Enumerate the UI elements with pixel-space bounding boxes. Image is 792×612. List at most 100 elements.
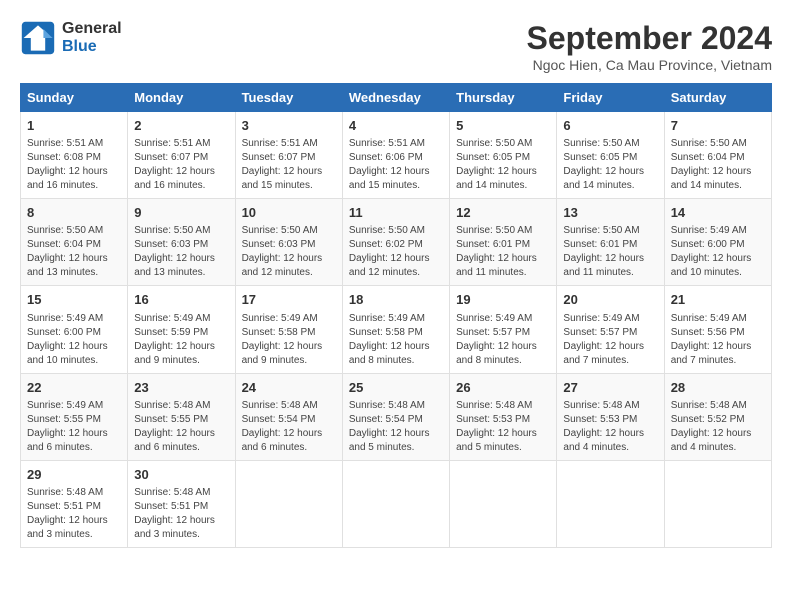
day-info: Sunrise: 5:50 AM Sunset: 6:04 PM Dayligh… — [27, 224, 121, 280]
day-header-monday: Monday — [128, 84, 235, 112]
calendar-cell: 11 Sunrise: 5:50 AM Sunset: 6:02 PM Dayli… — [342, 199, 449, 286]
day-number: 25 — [349, 379, 443, 397]
day-number: 26 — [456, 379, 550, 397]
calendar-cell: 28 Sunrise: 5:48 AM Sunset: 5:52 PM Dayli… — [664, 373, 771, 460]
day-header-thursday: Thursday — [450, 84, 557, 112]
calendar-week-row: 8 Sunrise: 5:50 AM Sunset: 6:04 PM Daylig… — [21, 199, 772, 286]
calendar-cell: 7 Sunrise: 5:50 AM Sunset: 6:04 PM Daylig… — [664, 112, 771, 199]
day-number: 23 — [134, 379, 228, 397]
calendar-cell: 17 Sunrise: 5:49 AM Sunset: 5:58 PM Dayli… — [235, 286, 342, 373]
day-header-friday: Friday — [557, 84, 664, 112]
calendar-cell: 26 Sunrise: 5:48 AM Sunset: 5:53 PM Dayli… — [450, 373, 557, 460]
day-number: 5 — [456, 117, 550, 135]
calendar-cell — [450, 460, 557, 547]
day-number: 27 — [563, 379, 657, 397]
day-number: 1 — [27, 117, 121, 135]
calendar-cell: 25 Sunrise: 5:48 AM Sunset: 5:54 PM Dayli… — [342, 373, 449, 460]
day-number: 19 — [456, 291, 550, 309]
day-info: Sunrise: 5:50 AM Sunset: 6:04 PM Dayligh… — [671, 137, 765, 193]
day-info: Sunrise: 5:50 AM Sunset: 6:05 PM Dayligh… — [456, 137, 550, 193]
day-info: Sunrise: 5:48 AM Sunset: 5:54 PM Dayligh… — [242, 399, 336, 455]
calendar-cell: 23 Sunrise: 5:48 AM Sunset: 5:55 PM Dayli… — [128, 373, 235, 460]
day-number: 8 — [27, 204, 121, 222]
logo-icon — [20, 20, 56, 56]
day-info: Sunrise: 5:51 AM Sunset: 6:06 PM Dayligh… — [349, 137, 443, 193]
logo-text: General Blue — [62, 20, 122, 56]
day-info: Sunrise: 5:49 AM Sunset: 5:59 PM Dayligh… — [134, 312, 228, 368]
day-info: Sunrise: 5:49 AM Sunset: 5:58 PM Dayligh… — [242, 312, 336, 368]
calendar-week-row: 15 Sunrise: 5:49 AM Sunset: 6:00 PM Dayli… — [21, 286, 772, 373]
day-number: 7 — [671, 117, 765, 135]
calendar: SundayMondayTuesdayWednesdayThursdayFrid… — [20, 83, 772, 548]
day-number: 12 — [456, 204, 550, 222]
day-number: 30 — [134, 466, 228, 484]
calendar-cell: 22 Sunrise: 5:49 AM Sunset: 5:55 PM Dayli… — [21, 373, 128, 460]
day-info: Sunrise: 5:48 AM Sunset: 5:52 PM Dayligh… — [671, 399, 765, 455]
day-info: Sunrise: 5:49 AM Sunset: 5:56 PM Dayligh… — [671, 312, 765, 368]
calendar-cell: 30 Sunrise: 5:48 AM Sunset: 5:51 PM Dayli… — [128, 460, 235, 547]
logo: General Blue — [20, 20, 122, 56]
calendar-cell: 8 Sunrise: 5:50 AM Sunset: 6:04 PM Daylig… — [21, 199, 128, 286]
day-info: Sunrise: 5:48 AM Sunset: 5:54 PM Dayligh… — [349, 399, 443, 455]
calendar-week-row: 29 Sunrise: 5:48 AM Sunset: 5:51 PM Dayli… — [21, 460, 772, 547]
day-number: 20 — [563, 291, 657, 309]
day-info: Sunrise: 5:51 AM Sunset: 6:07 PM Dayligh… — [242, 137, 336, 193]
calendar-cell: 13Sunrise: 5:50 AM Sunset: 6:01 PM Dayli… — [557, 199, 664, 286]
day-number: 4 — [349, 117, 443, 135]
calendar-week-row: 22 Sunrise: 5:49 AM Sunset: 5:55 PM Dayli… — [21, 373, 772, 460]
calendar-cell: 1Sunrise: 5:51 AM Sunset: 6:08 PM Daylig… — [21, 112, 128, 199]
day-number: 10 — [242, 204, 336, 222]
calendar-cell — [664, 460, 771, 547]
calendar-cell: 24 Sunrise: 5:48 AM Sunset: 5:54 PM Dayli… — [235, 373, 342, 460]
day-header-sunday: Sunday — [21, 84, 128, 112]
calendar-cell — [557, 460, 664, 547]
calendar-cell: 6 Sunrise: 5:50 AM Sunset: 6:05 PM Daylig… — [557, 112, 664, 199]
day-header-wednesday: Wednesday — [342, 84, 449, 112]
day-info: Sunrise: 5:49 AM Sunset: 5:55 PM Dayligh… — [27, 399, 121, 455]
day-info: Sunrise: 5:49 AM Sunset: 5:57 PM Dayligh… — [456, 312, 550, 368]
day-number: 24 — [242, 379, 336, 397]
day-info: Sunrise: 5:49 AM Sunset: 6:00 PM Dayligh… — [27, 312, 121, 368]
calendar-cell: 27 Sunrise: 5:48 AM Sunset: 5:53 PM Dayli… — [557, 373, 664, 460]
day-number: 11 — [349, 204, 443, 222]
day-info: Sunrise: 5:48 AM Sunset: 5:55 PM Dayligh… — [134, 399, 228, 455]
day-info: Sunrise: 5:50 AM Sunset: 6:03 PM Dayligh… — [242, 224, 336, 280]
month-title: September 2024 — [527, 20, 772, 57]
day-info: Sunrise: 5:50 AM Sunset: 6:02 PM Dayligh… — [349, 224, 443, 280]
calendar-cell: 16 Sunrise: 5:49 AM Sunset: 5:59 PM Dayli… — [128, 286, 235, 373]
calendar-cell: 29Sunrise: 5:48 AM Sunset: 5:51 PM Dayli… — [21, 460, 128, 547]
day-info: Sunrise: 5:48 AM Sunset: 5:51 PM Dayligh… — [134, 486, 228, 542]
title-block: September 2024 Ngoc Hien, Ca Mau Provinc… — [527, 20, 772, 73]
day-number: 9 — [134, 204, 228, 222]
calendar-cell: 19 Sunrise: 5:49 AM Sunset: 5:57 PM Dayli… — [450, 286, 557, 373]
calendar-cell: 4 Sunrise: 5:51 AM Sunset: 6:06 PM Daylig… — [342, 112, 449, 199]
day-number: 16 — [134, 291, 228, 309]
calendar-cell: 20 Sunrise: 5:49 AM Sunset: 5:57 PM Dayli… — [557, 286, 664, 373]
day-header-saturday: Saturday — [664, 84, 771, 112]
day-number: 15 — [27, 291, 121, 309]
day-number: 6 — [563, 117, 657, 135]
day-info: Sunrise: 5:49 AM Sunset: 5:57 PM Dayligh… — [563, 312, 657, 368]
day-info: Sunrise: 5:48 AM Sunset: 5:53 PM Dayligh… — [456, 399, 550, 455]
calendar-cell: 14 Sunrise: 5:49 AM Sunset: 6:00 PM Dayli… — [664, 199, 771, 286]
day-number: 2 — [134, 117, 228, 135]
calendar-cell: 3 Sunrise: 5:51 AM Sunset: 6:07 PM Daylig… — [235, 112, 342, 199]
day-number: 22 — [27, 379, 121, 397]
day-number: 3 — [242, 117, 336, 135]
day-info: Sunrise: 5:50 AM Sunset: 6:01 PM Dayligh… — [456, 224, 550, 280]
calendar-cell — [235, 460, 342, 547]
day-number: 17 — [242, 291, 336, 309]
day-info: Sunrise: 5:50 AM Sunset: 6:03 PM Dayligh… — [134, 224, 228, 280]
day-number: 28 — [671, 379, 765, 397]
day-number: 14 — [671, 204, 765, 222]
day-number: 21 — [671, 291, 765, 309]
day-info: Sunrise: 5:48 AM Sunset: 5:53 PM Dayligh… — [563, 399, 657, 455]
day-info: Sunrise: 5:50 AM Sunset: 6:01 PM Dayligh… — [563, 224, 657, 280]
day-info: Sunrise: 5:49 AM Sunset: 6:00 PM Dayligh… — [671, 224, 765, 280]
calendar-cell: 12 Sunrise: 5:50 AM Sunset: 6:01 PM Dayli… — [450, 199, 557, 286]
calendar-cell: 2Sunrise: 5:51 AM Sunset: 6:07 PM Daylig… — [128, 112, 235, 199]
day-number: 29 — [27, 466, 121, 484]
day-info: Sunrise: 5:50 AM Sunset: 6:05 PM Dayligh… — [563, 137, 657, 193]
calendar-header-row: SundayMondayTuesdayWednesdayThursdayFrid… — [21, 84, 772, 112]
calendar-cell: 18Sunrise: 5:49 AM Sunset: 5:58 PM Dayli… — [342, 286, 449, 373]
